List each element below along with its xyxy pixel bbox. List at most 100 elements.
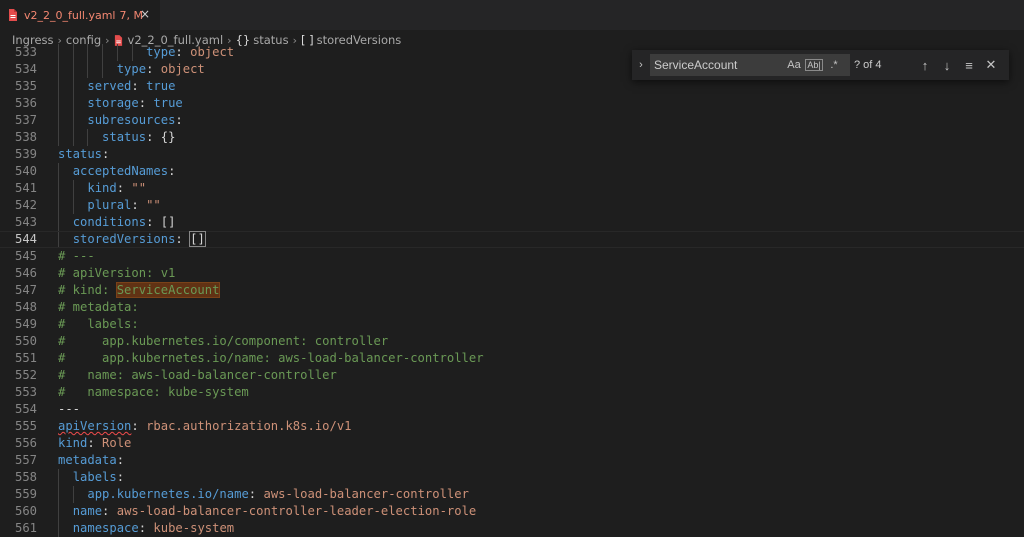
tab-filename: v2_2_0_full.yaml [24,8,116,22]
line-number: 544 [14,232,37,246]
line-text: type: object [146,45,235,59]
line-number: 553 [14,385,37,399]
code-line[interactable]: 548 # metadata: [0,299,1024,316]
line-number: 537 [14,113,37,127]
code-line[interactable]: 550 # app.kubernetes.io/component: contro… [0,333,1024,350]
toggle-replace-chevron-icon[interactable]: › [632,59,650,71]
line-number: 540 [14,164,37,178]
line-text: status: [58,147,110,161]
line-number: 561 [14,521,37,535]
find-input-box[interactable]: Aa Ab| .* [650,54,850,76]
code-line[interactable]: 538 status: {} [0,129,1024,146]
line-text: # --- [58,249,95,263]
code-line[interactable]: 552 # name: aws-load-balancer-controller [0,367,1024,384]
code-line[interactable]: 551 # app.kubernetes.io/name: aws-load-ba… [0,350,1024,367]
line-text: # app.kubernetes.io/name: aws-load-balan… [58,351,484,365]
line-number: 534 [14,62,37,76]
line-number: 556 [14,436,37,450]
line-number: 536 [14,96,37,110]
line-number: 542 [14,198,37,212]
line-number: 555 [14,419,37,433]
regex-icon[interactable]: .* [824,59,844,71]
code-line[interactable]: 556 kind: Role [0,435,1024,452]
line-number: 538 [14,130,37,144]
match-case-icon[interactable]: Aa [784,59,804,71]
code-line[interactable]: 555 apiVersion: rbac.authorization.k8s.io… [0,418,1024,435]
line-number: 546 [14,266,37,280]
previous-match-arrow-up-icon[interactable]: ↑ [914,58,936,73]
code-line[interactable]: 560 name: aws-load-balancer-controller-l… [0,503,1024,520]
code-line[interactable]: 535 served: true [0,78,1024,95]
line-number: 539 [14,147,37,161]
code-line[interactable]: 557 metadata: [0,452,1024,469]
code-line[interactable]: 547 # kind: ServiceAccount [0,282,1024,299]
line-text: namespace: kube-system [72,521,235,535]
line-text: --- [58,402,81,416]
next-match-arrow-down-icon[interactable]: ↓ [936,58,958,73]
line-text: app.kubernetes.io/name: aws-load-balance… [87,487,469,501]
editor-tab[interactable]: v2_2_0_full.yaml 7, M × [0,0,160,30]
code-line[interactable]: 546 # apiVersion: v1 [0,265,1024,282]
line-number: 541 [14,181,37,195]
code-line[interactable]: 536 storage: true [0,95,1024,112]
line-text: storage: true [87,96,183,110]
code-line[interactable]: 559 app.kubernetes.io/name: aws-load-bal… [0,486,1024,503]
line-text: plural: "" [87,198,161,212]
line-text: # name: aws-load-balancer-controller [58,368,337,382]
code-line[interactable]: 537 subresources: [0,112,1024,129]
code-line[interactable]: 541 kind: "" [0,180,1024,197]
code-line[interactable]: 554 --- [0,401,1024,418]
code-line[interactable]: 545 # --- [0,248,1024,265]
line-number: 550 [14,334,37,348]
bracket-match-box: [] [189,231,206,247]
code-line[interactable]: 549 # labels: [0,316,1024,333]
line-text: served: true [87,79,176,93]
line-text: status: {} [102,130,176,144]
code-line[interactable]: 558 labels: [0,469,1024,486]
line-text: name: aws-load-balancer-controller-leade… [72,504,477,518]
line-text: # kind: ServiceAccount [58,282,221,298]
code-line[interactable]: 540 acceptedNames: [0,163,1024,180]
line-number: 558 [14,470,37,484]
line-number: 548 [14,300,37,314]
line-text: labels: [72,470,125,484]
line-number: 547 [14,283,37,297]
code-editor[interactable]: 533 type: object 534 type: object 535 serv… [0,44,1024,537]
line-text: type: object [116,62,205,76]
code-line[interactable]: 539 status: [0,146,1024,163]
close-tab-icon[interactable]: × [138,7,152,21]
code-line[interactable]: 543 conditions: [] [0,214,1024,231]
find-input[interactable] [654,58,784,72]
line-number: 557 [14,453,37,467]
line-text: acceptedNames: [72,164,176,178]
line-text: metadata: [58,453,125,467]
line-text: kind: Role [58,436,132,450]
find-in-selection-icon[interactable]: ≡ [958,58,980,73]
line-text: # metadata: [58,300,139,314]
line-text: kind: "" [87,181,147,195]
line-number: 551 [14,351,37,365]
yaml-file-icon [9,9,17,21]
match-count: ? of 4 [854,59,882,71]
code-line[interactable]: 542 plural: "" [0,197,1024,214]
line-number: 533 [14,45,37,59]
code-line[interactable]: 553 # namespace: kube-system [0,384,1024,401]
line-number: 545 [14,249,37,263]
whole-word-icon[interactable]: Ab| [804,59,824,71]
line-text: subresources: [87,113,183,127]
line-number: 559 [14,487,37,501]
code-line[interactable]: 544 storedVersions: [] [0,231,1024,248]
line-number: 552 [14,368,37,382]
line-text: # app.kubernetes.io/component: controlle… [58,334,389,348]
line-text: conditions: [] [72,215,176,229]
line-number: 554 [14,402,37,416]
line-text: apiVersion: rbac.authorization.k8s.io/v1 [58,419,352,433]
search-match-highlight: ServiceAccount [115,282,221,298]
line-text: # namespace: kube-system [58,385,249,399]
close-find-icon[interactable]: ✕ [980,57,1002,73]
line-number: 549 [14,317,37,331]
code-line[interactable]: 561 namespace: kube-system [0,520,1024,537]
line-number: 543 [14,215,37,229]
find-widget: › Aa Ab| .* ? of 4 ↑ ↓ ≡ ✕ [632,50,1009,80]
line-number: 560 [14,504,37,518]
